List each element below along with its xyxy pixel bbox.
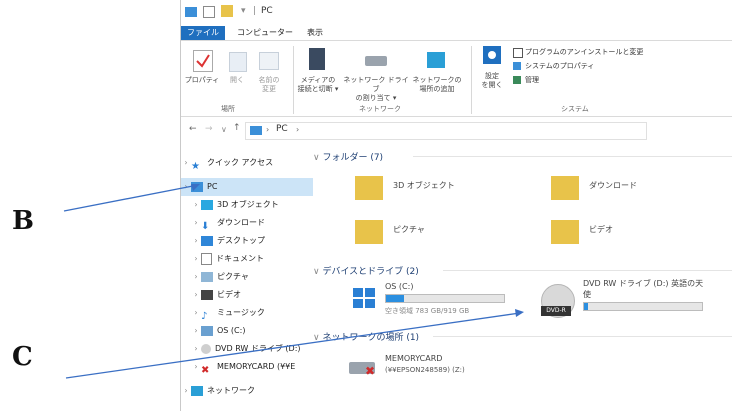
annotation-arrows <box>63 184 524 379</box>
arrow-b-head <box>191 184 200 191</box>
arrow-c-head <box>515 309 524 317</box>
arrow-c-line <box>65 312 521 379</box>
arrow-b-line <box>63 184 199 212</box>
